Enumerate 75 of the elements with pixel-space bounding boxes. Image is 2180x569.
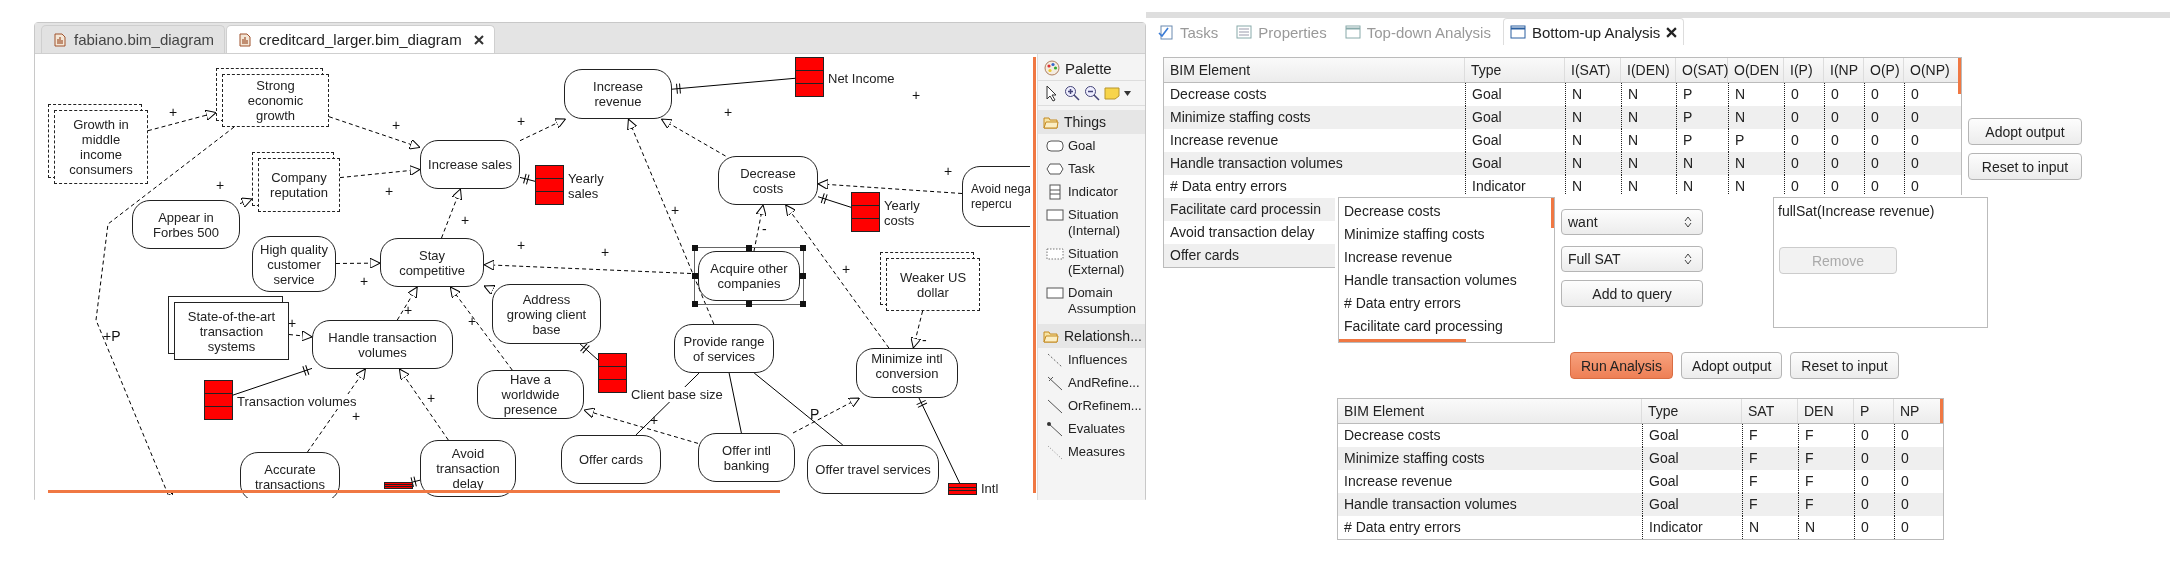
table-cell: 0 <box>1854 447 1894 470</box>
table-cell: 0 <box>1894 516 1941 539</box>
table-cell-text: Minimize staffing costs <box>1169 108 1312 127</box>
edge-label: + <box>912 88 921 102</box>
edge-label: + <box>404 303 413 317</box>
table-cell: N <box>1742 516 1798 539</box>
table-cell: 0 <box>1854 516 1894 539</box>
table-cell: 0 <box>1784 152 1824 175</box>
table-cell: 0 <box>1894 447 1941 470</box>
table-cell: P <box>1676 106 1728 129</box>
table-cell-text: # Data entry errors <box>1169 177 1288 196</box>
edge-label: + <box>360 274 369 288</box>
indicator-label: Net Income <box>828 71 895 86</box>
table-cell-text: # Data entry errors <box>1343 518 1462 537</box>
table-cell: F <box>1798 447 1854 470</box>
table-cell: Goal <box>1465 106 1565 129</box>
indicator-label: Transaction volumes <box>237 394 357 409</box>
edge-label: + <box>468 314 477 328</box>
edge-label: + <box>842 262 851 276</box>
palette-title: Palette <box>1065 59 1112 77</box>
table-cell-text: Avoid transaction delay <box>1169 223 1316 242</box>
table-cell: N <box>1676 152 1728 175</box>
edge-label: + <box>461 213 470 227</box>
edge-label: + <box>671 203 680 217</box>
table-cell: 0 <box>1864 106 1904 129</box>
table-cell: 0 <box>1894 493 1941 516</box>
edge-label: + <box>392 118 401 132</box>
table-cell: 0 <box>1904 106 1961 129</box>
edge-label: + <box>601 245 610 259</box>
table-cell: Indicator <box>1642 516 1742 539</box>
table-cell: Goal <box>1642 447 1742 470</box>
table-cell: N <box>1621 152 1676 175</box>
table-cell: 0 <box>1784 106 1824 129</box>
table-cell: F <box>1742 447 1798 470</box>
edge-label: P <box>810 407 820 421</box>
table-cell: N <box>1798 516 1854 539</box>
table-cell: N <box>1565 152 1621 175</box>
table-cell-text: Handle transaction volumes <box>1343 495 1518 514</box>
table-cell: N <box>1728 152 1784 175</box>
edge-label: - <box>762 222 767 236</box>
table-cell: N <box>1621 106 1676 129</box>
table-cell-text: Increase revenue <box>1169 131 1280 150</box>
table-cell: 0 <box>1864 152 1904 175</box>
indicator-label: Intl <box>981 481 999 496</box>
table-cell: Goal <box>1465 152 1565 175</box>
indicator-label: Client base size <box>631 387 723 402</box>
edge-label: + <box>517 114 526 128</box>
edge-label: + <box>385 184 394 198</box>
edge-label: + <box>169 105 178 119</box>
edge-label: + <box>288 316 297 330</box>
table-cell-text: Decrease costs <box>1343 426 1442 445</box>
edge-label: + <box>944 164 953 178</box>
edge-label: +P <box>103 329 121 343</box>
edge-label: + <box>427 391 436 405</box>
edge-label: - <box>922 333 927 347</box>
edge-label: + <box>216 178 225 192</box>
table-cell: 0 <box>1824 106 1864 129</box>
table-cell: N <box>1565 106 1621 129</box>
table-cell-text: Offer cards <box>1169 246 1240 265</box>
table-cell: Goal <box>1642 493 1742 516</box>
table-cell-text: Facilitate card processin <box>1169 200 1322 219</box>
table-cell-text: Minimize staffing costs <box>1343 449 1486 468</box>
table-cell: 0 <box>1904 152 1961 175</box>
edge-label: + <box>352 409 361 423</box>
table-cell-text: Handle transaction volumes <box>1169 154 1344 173</box>
table-cell: 0 <box>1824 152 1864 175</box>
table-cell: F <box>1742 493 1798 516</box>
edge-label: + <box>724 105 733 119</box>
table-cell: F <box>1798 493 1854 516</box>
table-cell-text: Increase revenue <box>1343 472 1454 491</box>
edge-label: + <box>517 238 526 252</box>
table-cell-text: Decrease costs <box>1169 85 1268 104</box>
edge-label: + <box>650 413 659 427</box>
table-cell: 0 <box>1854 493 1894 516</box>
table-cell: N <box>1728 106 1784 129</box>
